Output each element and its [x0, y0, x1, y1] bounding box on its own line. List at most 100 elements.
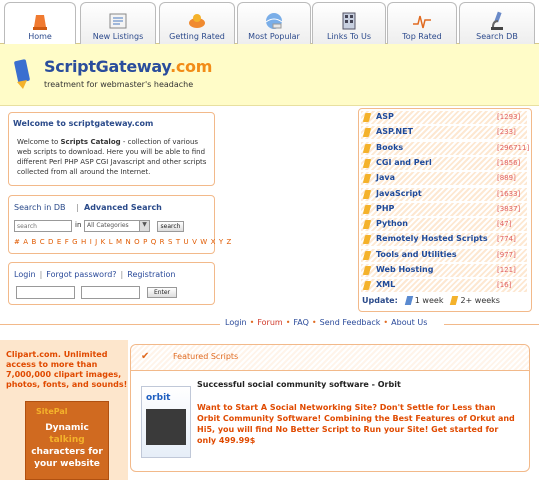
- midnav-faq-link[interactable]: FAQ: [293, 318, 309, 327]
- password-field[interactable]: [81, 286, 140, 299]
- category-item[interactable]: XML [16]: [361, 279, 527, 293]
- bell-icon: [33, 15, 47, 30]
- tab-label: Getting Rated: [169, 32, 225, 41]
- category-item[interactable]: Tools and Utilities [977]: [361, 248, 527, 262]
- search-input[interactable]: [14, 220, 72, 232]
- pencil-icon: [362, 158, 372, 168]
- product-title-link[interactable]: Successful social community software - O…: [197, 380, 401, 389]
- category-count: [3837]: [497, 204, 521, 213]
- category-item[interactable]: Remotely Hosted Scripts [774]: [361, 233, 527, 247]
- category-item[interactable]: ASP [1293]: [361, 111, 527, 124]
- category-name[interactable]: Java: [376, 173, 395, 182]
- category-item[interactable]: CGI and Perl [1856]: [361, 156, 527, 170]
- advanced-search-link[interactable]: Advanced Search: [84, 203, 162, 212]
- listings-icon: [109, 13, 127, 29]
- divider: [444, 324, 539, 325]
- search-title: Search in DB: [14, 203, 66, 212]
- tab-label: Top Rated: [402, 32, 442, 41]
- category-item[interactable]: ASP.NET [233]: [361, 126, 527, 140]
- alphabet-index[interactable]: # A B C D E F G H I J K L M N O P Q R S …: [14, 238, 232, 246]
- category-name[interactable]: ASP: [376, 112, 394, 121]
- tab-home[interactable]: Home: [4, 2, 76, 44]
- chevron-down-icon: ▼: [139, 221, 149, 231]
- update-week: 1 week: [414, 296, 444, 305]
- category-select[interactable]: All Categories ▼: [84, 220, 150, 232]
- pencil-icon: [362, 143, 372, 153]
- product-description: Want to Start A Social Networking Site? …: [197, 403, 515, 445]
- category-count: [296711]: [497, 143, 530, 152]
- pencil-icon: [362, 174, 372, 184]
- pencil-icon: [362, 250, 372, 260]
- product-brand: orbit: [146, 393, 171, 403]
- welcome-text: Welcome to Scripts Catalog - collection …: [17, 138, 207, 176]
- top-nav: Home New Listings Getting Rated Most Pop…: [0, 0, 539, 44]
- popular-icon: [265, 13, 283, 29]
- category-name[interactable]: Web Hosting: [376, 265, 433, 274]
- featured-header: ✔ Featured Scripts: [131, 345, 529, 371]
- registration-link[interactable]: Registration: [127, 270, 175, 279]
- sitepal-logo: SitePal: [36, 407, 68, 416]
- welcome-title: Welcome to scriptgateway.com: [13, 119, 154, 128]
- category-name[interactable]: PHP: [376, 204, 394, 213]
- microscope-icon: [491, 11, 503, 30]
- category-item[interactable]: Books [296711]: [361, 141, 530, 155]
- category-name[interactable]: Books: [376, 143, 403, 152]
- category-item[interactable]: Python [47]: [361, 218, 527, 232]
- chart-icon: [413, 15, 431, 29]
- enter-button[interactable]: Enter: [147, 287, 177, 298]
- pencil-icon: [362, 189, 372, 199]
- featured-title: Featured Scripts: [173, 352, 239, 361]
- product-image[interactable]: orbit: [141, 386, 191, 458]
- midnav-feedback-link[interactable]: Send Feedback: [320, 318, 381, 327]
- sitepal-ad[interactable]: SitePal Dynamic talking characters for you…: [25, 401, 109, 480]
- category-count: [16]: [497, 281, 512, 290]
- pencil-yellow-icon: [450, 296, 459, 305]
- clipart-ad-link[interactable]: Clipart.com. Unlimited access to more th…: [6, 350, 130, 390]
- category-name[interactable]: XML: [376, 280, 395, 289]
- category-name[interactable]: Tools and Utilities: [376, 250, 457, 259]
- tab-most-popular[interactable]: Most Popular: [237, 2, 311, 44]
- tab-getting-rated[interactable]: Getting Rated: [159, 2, 235, 44]
- category-count: [121]: [497, 266, 516, 274]
- category-name[interactable]: Remotely Hosted Scripts: [376, 234, 488, 243]
- category-name[interactable]: JavaScript: [376, 189, 422, 198]
- tab-label: Home: [28, 32, 52, 41]
- pencil-icon: [362, 220, 372, 230]
- category-name[interactable]: Python: [376, 219, 408, 228]
- category-count: [1633]: [497, 189, 521, 198]
- category-name[interactable]: CGI and Perl: [376, 158, 432, 167]
- category-count: [233]: [497, 128, 516, 137]
- tab-links-to-us[interactable]: Links To Us: [312, 2, 386, 44]
- secondary-nav: Login • Forum • FAQ • Send Feedback • About Us: [0, 318, 539, 330]
- logo-domain-text: .com: [170, 57, 213, 76]
- category-count: [889]: [497, 174, 516, 183]
- category-item[interactable]: PHP [3837]: [361, 202, 527, 216]
- site-logo[interactable]: ScriptGateway.com: [44, 57, 212, 76]
- pencil-icon: [362, 266, 372, 275]
- category-item[interactable]: Web Hosting [121]: [361, 264, 527, 277]
- tab-label: Most Popular: [248, 32, 300, 41]
- category-count: [977]: [497, 250, 516, 259]
- forgot-password-link[interactable]: Forgot password?: [46, 270, 116, 279]
- tab-top-rated[interactable]: Top Rated: [387, 2, 457, 44]
- search-button[interactable]: search: [157, 221, 184, 232]
- tab-label: Links To Us: [326, 32, 372, 41]
- midnav-about-link[interactable]: About Us: [391, 318, 427, 327]
- category-count: [1293]: [497, 113, 521, 121]
- username-field[interactable]: [16, 286, 75, 299]
- login-link[interactable]: Login: [14, 270, 36, 279]
- midnav-forum-link[interactable]: Forum: [257, 318, 282, 327]
- category-item[interactable]: JavaScript [1633]: [361, 187, 527, 201]
- update-label: Update:: [362, 296, 398, 305]
- midnav-login-link[interactable]: Login: [225, 318, 247, 327]
- product-photo: [146, 409, 186, 445]
- tab-search-db[interactable]: Search DB: [459, 2, 535, 44]
- scripts-catalog-label: Scripts Catalog: [60, 138, 121, 146]
- search-in-label: in: [75, 221, 82, 229]
- tab-new-listings[interactable]: New Listings: [80, 2, 156, 44]
- welcome-box: Welcome to scriptgateway.com Welcome to …: [8, 112, 215, 186]
- category-item[interactable]: Java [889]: [361, 172, 527, 186]
- pencil-icon: [362, 204, 372, 214]
- category-name[interactable]: ASP.NET: [376, 127, 413, 136]
- logo-pencil-icon[interactable]: [10, 58, 40, 90]
